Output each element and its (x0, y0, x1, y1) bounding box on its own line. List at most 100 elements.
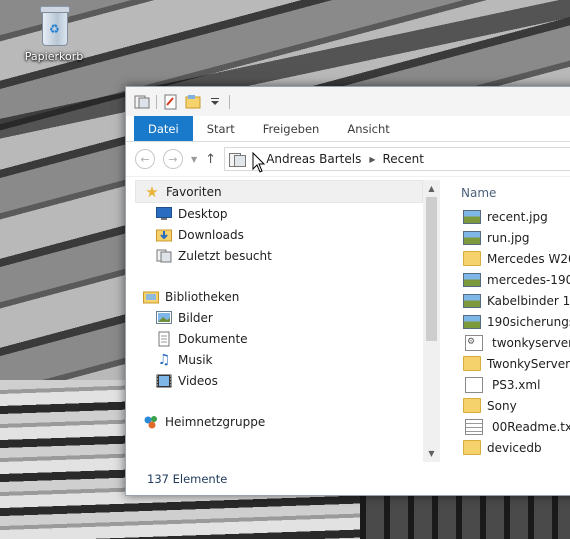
pictures-icon (156, 310, 172, 326)
file-row[interactable]: run.jpg (441, 227, 570, 248)
settings-file-icon (465, 334, 483, 351)
file-name: mercedes-190-e- (487, 272, 570, 287)
recycle-bin-shortcut[interactable]: ♻ Papierkorb (18, 6, 90, 63)
image-file-icon (463, 272, 481, 287)
file-row[interactable]: PS3.xml (441, 374, 570, 395)
nav-item-label: Dokumente (178, 331, 248, 346)
tab-freigeben[interactable]: Freigeben (249, 116, 334, 141)
file-name: Kabelbinder 190e (487, 293, 570, 308)
file-name: Sony (487, 398, 517, 413)
nav-group-label: Bibliotheken (165, 289, 240, 304)
tab-ansicht[interactable]: Ansicht (333, 116, 403, 141)
nav-item-dokumente[interactable]: Dokumente (135, 328, 423, 349)
properties-icon[interactable] (163, 94, 179, 110)
music-icon: ♫ (157, 351, 171, 368)
nav-item-label: Musik (178, 352, 213, 367)
nav-group-bibliotheken[interactable]: Bibliotheken (135, 286, 423, 307)
file-row[interactable]: Sony (441, 395, 570, 416)
navigation-scrollbar[interactable]: ▲ ▼ (423, 180, 440, 462)
nav-group-label: Favoriten (166, 184, 222, 199)
column-header-name[interactable]: Name (441, 180, 570, 206)
file-name: PS3.xml (492, 377, 541, 392)
file-list-pane: Name recent.jpg run.jpg Mercedes W201 1 mer… (441, 180, 570, 462)
breadcrumb-user[interactable]: Andreas Bartels (266, 152, 361, 166)
forward-button[interactable]: → (163, 149, 183, 169)
ribbon-tabs: Datei Start Freigeben Ansicht (126, 116, 570, 142)
image-file-icon (463, 293, 481, 308)
file-row[interactable]: TwonkyServer (441, 353, 570, 374)
documents-icon (156, 331, 172, 347)
nav-item-zuletzt-besucht[interactable]: Zuletzt besucht (135, 245, 423, 266)
star-icon: ★ (145, 182, 159, 201)
breadcrumb-separator-icon[interactable]: ▶ (369, 155, 375, 164)
scroll-down-icon[interactable]: ▼ (423, 445, 440, 462)
tab-datei[interactable]: Datei (134, 116, 193, 141)
file-name: devicedb (487, 440, 542, 455)
file-row[interactable]: Mercedes W201 1 (441, 248, 570, 269)
videos-icon (156, 373, 172, 389)
nav-item-musik[interactable]: ♫ Musik (135, 349, 423, 370)
breadcrumb-recent[interactable]: Recent (382, 152, 423, 166)
nav-group-heimnetzgruppe[interactable]: Heimnetzgruppe (135, 411, 423, 432)
desktop-icon (156, 206, 172, 222)
nav-item-bilder[interactable]: Bilder (135, 307, 423, 328)
tab-start[interactable]: Start (193, 116, 249, 141)
file-row[interactable]: 190sicherungstab (441, 311, 570, 332)
desktop-wallpaper-shadow (360, 490, 570, 539)
document-icon (465, 376, 483, 393)
back-button[interactable]: ← (135, 149, 155, 169)
address-bar[interactable]: ▶ Andreas Bartels ▶ Recent (224, 147, 570, 171)
file-row[interactable]: twonkyserver.ini (441, 332, 570, 353)
nav-item-label: Videos (178, 373, 218, 388)
toolbar-separator (156, 94, 157, 109)
recent-places-icon (156, 248, 172, 264)
image-file-icon (463, 314, 481, 329)
file-name: recent.jpg (487, 209, 548, 224)
folder-icon (463, 251, 481, 266)
toolbar-separator (229, 94, 230, 109)
nav-item-label: Bilder (178, 310, 213, 325)
customize-toolbar-chevron-icon[interactable] (207, 94, 223, 110)
nav-group-label: Heimnetzgruppe (165, 414, 266, 429)
file-row[interactable]: recent.jpg (441, 206, 570, 227)
file-list: recent.jpg run.jpg Mercedes W201 1 mercedes… (441, 206, 570, 458)
window-menu-icon[interactable] (134, 94, 150, 110)
folder-icon (463, 440, 481, 455)
folder-icon (463, 398, 481, 413)
scroll-up-icon[interactable]: ▲ (423, 180, 440, 197)
recent-items-icon (229, 152, 247, 167)
navigation-bar: ← → ▼ ↑ ▶ Andreas Bartels ▶ Recent (126, 142, 570, 177)
folder-icon (463, 356, 481, 371)
image-file-icon (463, 209, 481, 224)
mouse-pointer-icon (252, 152, 266, 173)
file-name: run.jpg (487, 230, 530, 245)
nav-group-favoriten[interactable]: ★ Favoriten (135, 180, 423, 203)
nav-item-desktop[interactable]: Desktop (135, 203, 423, 224)
item-count: 137 Elemente (147, 472, 228, 486)
file-name: Mercedes W201 1 (487, 251, 570, 266)
new-folder-icon[interactable] (185, 94, 201, 110)
homegroup-icon (143, 414, 159, 430)
file-row[interactable]: 00Readme.txt (441, 416, 570, 437)
recycle-bin-label: Papierkorb (24, 50, 84, 63)
nav-item-label: Zuletzt besucht (178, 248, 272, 263)
file-name: twonkyserver.ini (492, 335, 570, 350)
file-name: 00Readme.txt (492, 419, 570, 434)
scrollbar-thumb[interactable] (426, 197, 437, 341)
file-row[interactable]: Kabelbinder 190e (441, 290, 570, 311)
file-row[interactable]: devicedb (441, 437, 570, 458)
nav-item-label: Desktop (178, 206, 228, 221)
downloads-folder-icon (156, 227, 172, 243)
nav-item-videos[interactable]: Videos (135, 370, 423, 391)
recycle-bin-icon: ♻ (38, 6, 70, 46)
image-file-icon (463, 230, 481, 245)
file-row[interactable]: mercedes-190-e- (441, 269, 570, 290)
navigation-pane: ★ Favoriten Desktop Downloads Zuletzt be… (126, 180, 441, 462)
up-button[interactable]: ↑ (205, 152, 216, 167)
navigation-tree: ★ Favoriten Desktop Downloads Zuletzt be… (135, 180, 423, 432)
recent-locations-chevron-icon[interactable]: ▼ (191, 155, 197, 164)
nav-item-downloads[interactable]: Downloads (135, 224, 423, 245)
file-name: TwonkyServer (487, 356, 570, 371)
explorer-window: Datei Start Freigeben Ansicht ← → ▼ ↑ ▶ … (125, 86, 570, 496)
quick-access-toolbar (126, 87, 570, 116)
